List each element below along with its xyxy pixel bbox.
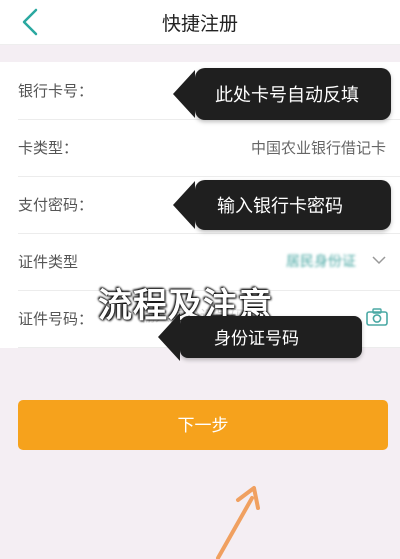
card-number-label: 银行卡号： [18, 82, 94, 100]
card-type-label: 卡类型： [18, 139, 79, 157]
tooltip-pointer [173, 181, 195, 229]
tooltip-id-number-text: 身份证号码 [214, 329, 299, 349]
card-type-value: 中国农业银行借记卡 [250, 139, 386, 157]
next-step-button[interactable]: 下一步 [18, 400, 388, 450]
camera-icon[interactable] [366, 308, 388, 326]
page-title: 快捷注册 [161, 13, 238, 35]
arrow-annotation [216, 486, 260, 559]
tooltip-card-number: 此处卡号自动反填 [173, 68, 391, 120]
card-type-row: 卡类型： 中国农业银行借记卡 [18, 119, 400, 177]
id-type-label: 证件类型 [18, 253, 79, 271]
tooltip-pointer [173, 70, 195, 118]
chevron-down-icon[interactable] [372, 255, 386, 265]
id-type-value: 居民身份证 [286, 254, 356, 270]
tooltip-id-number: 身份证号码 [158, 313, 362, 361]
header-bar: 快捷注册 [0, 0, 400, 45]
tooltip-card-number-text: 此处卡号自动反填 [215, 85, 359, 106]
tooltip-pay-password-text: 输入银行卡密码 [217, 196, 343, 217]
tooltip-pointer [158, 313, 180, 361]
id-number-label: 证件号码： [18, 310, 94, 328]
pay-password-label: 支付密码： [18, 196, 94, 214]
tooltip-pay-password: 输入银行卡密码 [173, 180, 391, 230]
